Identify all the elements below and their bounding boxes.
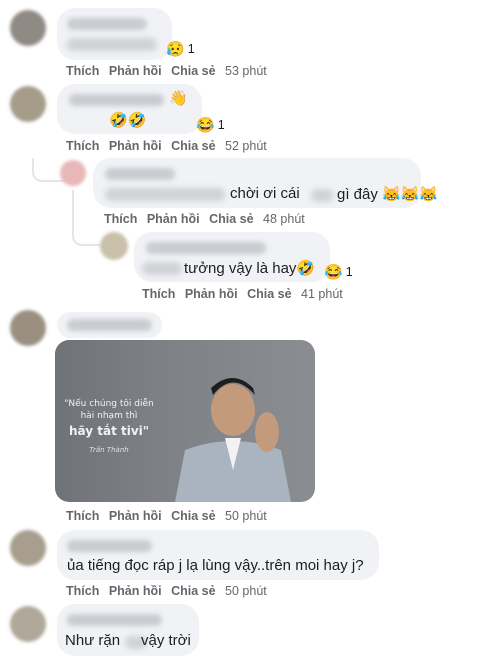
redacted-text xyxy=(311,189,333,202)
timestamp[interactable]: 50 phút xyxy=(225,509,267,523)
comment-text-continued: vậy trời xyxy=(141,632,191,649)
timestamp[interactable]: 41 phút xyxy=(301,287,343,301)
comment-text: chời ơi cái xyxy=(230,185,300,202)
share-button[interactable]: Chia sẻ xyxy=(171,509,215,523)
quote-overlay: "Nếu chúng tôi diễn hài nhạm thì hãy tắt… xyxy=(63,398,155,454)
comment-text: Như rặn xyxy=(65,632,121,649)
share-button[interactable]: Chia sẻ xyxy=(171,64,215,78)
reaction-count[interactable]: 😂 1 xyxy=(196,116,225,134)
comment-bubble: ủa tiếng đọc ráp j lạ lùng vậy..trên moi… xyxy=(57,530,379,580)
like-button[interactable]: Thích xyxy=(66,509,99,523)
comment-text: tưởng vậy là hay🤣 xyxy=(184,260,316,277)
redacted-name xyxy=(67,319,152,331)
redacted-text xyxy=(142,262,182,275)
comment-photo[interactable]: "Nếu chúng tôi diễn hài nhạm thì hãy tắt… xyxy=(55,340,315,502)
comment-text: 🤣🤣 xyxy=(109,112,147,129)
timestamp[interactable]: 48 phút xyxy=(263,212,305,226)
redacted-name xyxy=(69,94,164,106)
laugh-reaction-icon: 😂 xyxy=(324,264,343,281)
like-button[interactable]: Thích xyxy=(66,584,99,598)
share-button[interactable]: Chia sẻ xyxy=(171,584,215,598)
reply-button[interactable]: Phản hồi xyxy=(109,509,162,523)
share-button[interactable]: Chia sẻ xyxy=(247,287,291,301)
redacted-name xyxy=(105,168,175,180)
comment-actions: Thích Phản hồi Chia sẻ 41 phút xyxy=(142,287,343,301)
timestamp[interactable]: 53 phút xyxy=(225,64,267,78)
sad-reaction-icon: 😥 xyxy=(166,41,185,58)
reaction-number: 1 xyxy=(217,118,225,132)
like-button[interactable]: Thích xyxy=(66,64,99,78)
comment-bubble: chời ơi cái gì đây 😹😹😹 xyxy=(93,158,438,208)
share-button[interactable]: Chia sẻ xyxy=(171,139,215,153)
comment-actions: Thích Phản hồi Chia sẻ 53 phút xyxy=(66,64,267,78)
redacted-name xyxy=(146,242,266,254)
comment-bubble xyxy=(57,8,172,60)
timestamp[interactable]: 50 phút xyxy=(225,584,267,598)
redacted-name xyxy=(67,614,162,626)
avatar[interactable] xyxy=(10,86,46,122)
comment-bubble: tưởng vậy là hay🤣 xyxy=(134,232,330,282)
like-button[interactable]: Thích xyxy=(104,212,137,226)
avatar[interactable] xyxy=(10,606,46,642)
quote-text: "Nếu chúng tôi diễn hài nhạm thì xyxy=(64,399,154,421)
reaction-count[interactable]: 😂 1 xyxy=(324,263,353,281)
avatar[interactable] xyxy=(100,232,128,260)
reply-button[interactable]: Phản hồi xyxy=(109,584,162,598)
avatar[interactable] xyxy=(10,310,46,346)
like-button[interactable]: Thích xyxy=(66,139,99,153)
redacted-name xyxy=(67,18,147,30)
comment-actions: Thích Phản hồi Chia sẻ 50 phút xyxy=(66,509,267,523)
quote-signature: Trấn Thành xyxy=(89,446,129,454)
reaction-count[interactable]: 😥 1 xyxy=(166,40,195,58)
reply-button[interactable]: Phản hồi xyxy=(147,212,200,226)
comment-bubble: 👋 🤣🤣 xyxy=(57,84,202,134)
avatar[interactable] xyxy=(10,10,46,46)
comment-text: ủa tiếng đọc ráp j lạ lùng vậy..trên moi… xyxy=(67,557,364,574)
comment-bubble xyxy=(57,312,162,338)
reply-button[interactable]: Phản hồi xyxy=(109,64,162,78)
redacted-text xyxy=(67,38,157,51)
laugh-reaction-icon: 😂 xyxy=(196,117,215,134)
reply-button[interactable]: Phản hồi xyxy=(185,287,238,301)
timestamp[interactable]: 52 phút xyxy=(225,139,267,153)
share-button[interactable]: Chia sẻ xyxy=(209,212,253,226)
redacted-name xyxy=(67,540,152,552)
redacted-text xyxy=(105,188,225,201)
hand-emoji: 👋 xyxy=(169,90,188,107)
comment-text-continued: gì đây 😹😹😹 xyxy=(337,186,439,203)
reaction-number: 1 xyxy=(345,265,353,279)
avatar[interactable] xyxy=(60,160,86,186)
comment-actions: Thích Phản hồi Chia sẻ 50 phút xyxy=(66,584,267,598)
comment-bubble: Như rặn vậy trời xyxy=(57,604,199,656)
reaction-number: 1 xyxy=(187,42,195,56)
like-button[interactable]: Thích xyxy=(142,287,175,301)
comment-actions: Thích Phản hồi Chia sẻ 48 phút xyxy=(104,212,305,226)
avatar[interactable] xyxy=(10,530,46,566)
comment-actions: Thích Phản hồi Chia sẻ 52 phút xyxy=(66,139,267,153)
quote-text-bold: hãy tắt tivi" xyxy=(68,424,150,438)
reply-button[interactable]: Phản hồi xyxy=(109,139,162,153)
